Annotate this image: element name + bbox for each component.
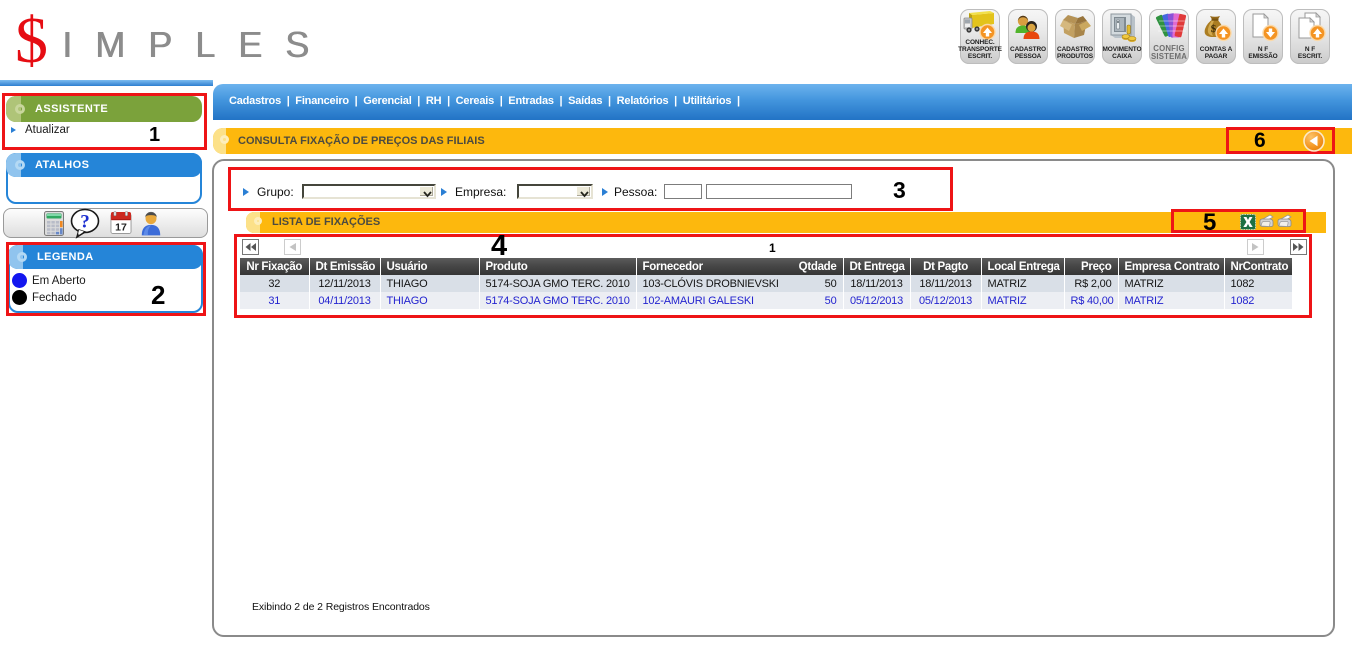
svg-text:?: ? (80, 212, 90, 233)
svg-text:17: 17 (115, 222, 127, 234)
